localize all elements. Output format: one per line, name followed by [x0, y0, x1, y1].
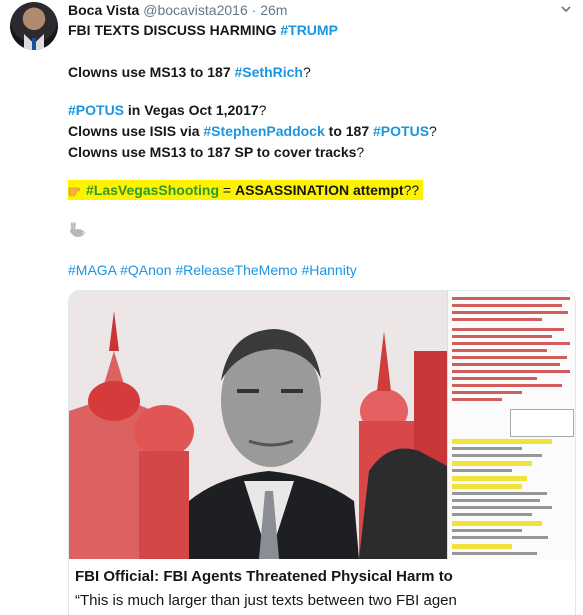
doc-line — [452, 377, 537, 380]
text-segment: ? — [429, 123, 437, 139]
hashtag-stephenpaddock[interactable]: #StephenPaddock — [203, 123, 324, 139]
avatar[interactable] — [10, 2, 58, 50]
doc-line — [452, 297, 570, 300]
tweet-line-2: Clowns use MS13 to 187 #SethRich? — [68, 63, 311, 82]
doc-line — [452, 492, 547, 495]
card-description: “This is much larger than just texts bet… — [75, 592, 457, 609]
hashtag-lasvegasshooting[interactable]: #LasVegasShooting — [86, 182, 219, 198]
text-segment: Clowns use MS13 to 187 SP to cover track… — [68, 144, 357, 160]
text-segment: ? — [356, 144, 365, 160]
doc-line — [452, 328, 564, 331]
link-card[interactable]: FBI Official: FBI Agents Threatened Phys… — [68, 290, 576, 615]
doc-line — [452, 398, 502, 401]
hashtag-potus[interactable]: #POTUS — [68, 102, 124, 118]
hashtag-sethrich[interactable]: #SethRich — [235, 64, 303, 80]
text-segment: Clowns use MS13 to 187 — [68, 64, 235, 80]
tweet-line-3: #POTUS in Vegas Oct 1,2017? — [68, 101, 266, 120]
rabbit-icon — [70, 222, 86, 237]
text-segment: to 187 — [324, 123, 374, 139]
separator-dot: · — [251, 2, 257, 18]
doc-line — [452, 529, 522, 532]
tweet-line-4: Clowns use ISIS via #StephenPaddock to 1… — [68, 122, 437, 141]
text-segment: ? — [258, 102, 267, 118]
doc-line — [452, 349, 547, 352]
text-segment: in Vegas Oct 1,2017 — [124, 102, 259, 118]
tweet-line-6: #LasVegasShooting = ASSASSINATION attemp… — [68, 180, 424, 200]
hashtag-trump[interactable]: #TRUMP — [280, 22, 338, 38]
card-title[interactable]: FBI Official: FBI Agents Threatened Phys… — [75, 568, 575, 585]
doc-line — [452, 499, 540, 502]
doc-line — [452, 363, 560, 366]
doc-line — [452, 356, 567, 359]
doc-highlight — [452, 484, 522, 489]
doc-line — [452, 342, 570, 345]
tweet-line-5: Clowns use MS13 to 187 SP to cover track… — [68, 143, 364, 162]
card-document — [447, 291, 575, 559]
highlighted-line: #LasVegasShooting = ASSASSINATION attemp… — [68, 180, 424, 200]
doc-line — [452, 552, 537, 555]
doc-line — [452, 391, 522, 394]
doc-line — [452, 454, 542, 457]
timestamp[interactable]: 26m — [260, 2, 287, 18]
doc-highlight — [452, 544, 512, 549]
doc-highlight — [452, 476, 527, 481]
card-photo — [69, 291, 447, 559]
user-handle[interactable]: @bocavista2016 — [143, 2, 248, 18]
doc-highlight — [452, 461, 532, 466]
tweet-header: Boca Vista @bocavista2016 · 26m — [68, 2, 287, 18]
doc-line — [452, 304, 562, 307]
doc-quote-box — [510, 409, 574, 437]
hashtag-potus[interactable]: #POTUS — [373, 123, 429, 139]
chevron-down-icon[interactable] — [561, 4, 571, 14]
doc-line — [452, 469, 512, 472]
display-name[interactable]: Boca Vista — [68, 2, 139, 18]
tweet-line-1: FBI TEXTS DISCUSS HARMING #TRUMP — [68, 21, 338, 40]
text-segment: ASSASSINATION attempt — [235, 182, 404, 198]
doc-line — [452, 318, 542, 321]
doc-line — [452, 311, 568, 314]
avatar-tie — [32, 38, 36, 50]
hashtag-list[interactable]: #MAGA #QAnon #ReleaseTheMemo #Hannity — [68, 262, 357, 278]
doc-line — [452, 370, 570, 373]
doc-line — [452, 536, 548, 539]
text-segment: ? — [302, 64, 311, 80]
doc-line — [452, 384, 562, 387]
doc-line — [452, 447, 522, 450]
doc-highlight — [452, 521, 542, 526]
pointing-finger-icon — [68, 187, 80, 197]
text-segment: FBI TEXTS DISCUSS HARMING — [68, 22, 281, 38]
doc-line — [452, 506, 552, 509]
doc-line — [452, 513, 532, 516]
doc-line — [452, 335, 552, 338]
doc-highlight — [452, 439, 552, 444]
text-segment: ?? — [403, 182, 420, 198]
card-image[interactable] — [69, 291, 575, 559]
text-segment: Clowns use ISIS via — [68, 123, 204, 139]
text-segment: = — [219, 182, 236, 198]
